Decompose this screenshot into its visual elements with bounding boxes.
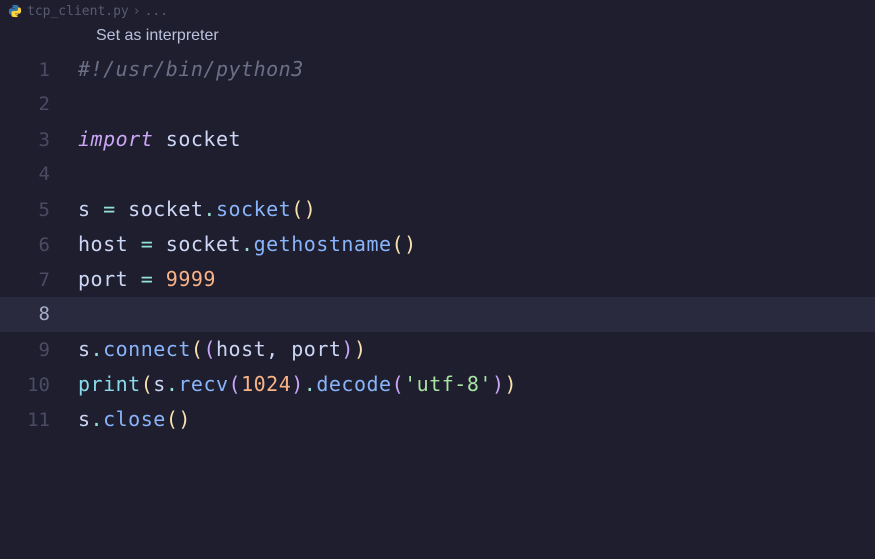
code-line: 10 print(s.recv(1024).decode('utf-8')) — [0, 367, 875, 402]
line-number: 10 — [0, 368, 78, 403]
code-content: import socket — [78, 122, 241, 157]
code-line: 8 — [0, 297, 875, 332]
code-line: 3 import socket — [0, 122, 875, 157]
line-number: 5 — [0, 193, 78, 228]
code-line: 2 — [0, 87, 875, 122]
code-line: 5 s = socket.socket() — [0, 192, 875, 227]
code-content: print(s.recv(1024).decode('utf-8')) — [78, 367, 517, 402]
line-number: 7 — [0, 263, 78, 298]
code-content: #!/usr/bin/python3 — [78, 52, 304, 87]
code-content: port = 9999 — [78, 262, 216, 297]
code-content: s.close() — [78, 402, 191, 437]
line-number: 6 — [0, 228, 78, 263]
code-line: 6 host = socket.gethostname() — [0, 227, 875, 262]
line-number: 3 — [0, 123, 78, 158]
code-line: 9 s.connect((host, port)) — [0, 332, 875, 367]
line-number: 8 — [0, 297, 78, 332]
code-editor[interactable]: 1 #!/usr/bin/python3 2 3 import socket 4… — [0, 52, 875, 437]
line-number: 1 — [0, 53, 78, 88]
breadcrumb-ellipsis[interactable]: ... — [145, 4, 168, 19]
breadcrumb-file[interactable]: tcp_client.py — [27, 4, 129, 19]
line-number: 9 — [0, 333, 78, 368]
line-number: 4 — [0, 157, 78, 192]
python-file-icon — [8, 4, 22, 18]
breadcrumb-separator: › — [133, 4, 141, 19]
code-line: 1 #!/usr/bin/python3 — [0, 52, 875, 87]
code-line: 4 — [0, 157, 875, 192]
code-content: s = socket.socket() — [78, 192, 316, 227]
line-number: 2 — [0, 87, 78, 122]
code-lens-link[interactable]: Set as interpreter — [0, 22, 875, 52]
breadcrumb[interactable]: tcp_client.py › ... — [0, 0, 875, 22]
code-line: 7 port = 9999 — [0, 262, 875, 297]
code-content: s.connect((host, port)) — [78, 332, 367, 367]
line-number: 11 — [0, 403, 78, 438]
code-line: 11 s.close() — [0, 402, 875, 437]
code-content: host = socket.gethostname() — [78, 227, 417, 262]
